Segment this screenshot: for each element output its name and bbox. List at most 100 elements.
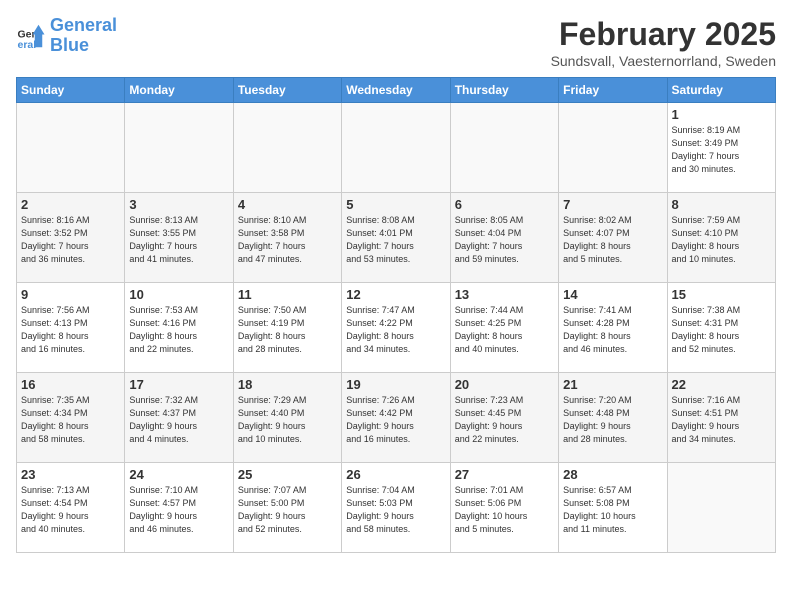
- day-info: Sunrise: 8:16 AM Sunset: 3:52 PM Dayligh…: [21, 214, 120, 266]
- day-number: 22: [672, 377, 771, 392]
- calendar-cell: 20Sunrise: 7:23 AM Sunset: 4:45 PM Dayli…: [450, 373, 558, 463]
- day-info: Sunrise: 7:41 AM Sunset: 4:28 PM Dayligh…: [563, 304, 662, 356]
- calendar-cell: 9 Sunrise: 7:56 AM Sunset: 4:13 PM Daylig…: [17, 283, 125, 373]
- column-header-sunday: Sunday: [17, 78, 125, 103]
- day-info: Sunrise: 8:10 AM Sunset: 3:58 PM Dayligh…: [238, 214, 337, 266]
- calendar-week-2: 2 Sunrise: 8:16 AM Sunset: 3:52 PM Daylig…: [17, 193, 776, 283]
- day-info: Sunrise: 8:02 AM Sunset: 4:07 PM Dayligh…: [563, 214, 662, 266]
- calendar-cell: 28 Sunrise: 6:57 AM Sunset: 5:08 PM Dayli…: [559, 463, 667, 553]
- day-info: Sunrise: 7:53 AM Sunset: 4:16 PM Dayligh…: [129, 304, 228, 356]
- calendar-week-3: 9 Sunrise: 7:56 AM Sunset: 4:13 PM Daylig…: [17, 283, 776, 373]
- calendar-cell: 10 Sunrise: 7:53 AM Sunset: 4:16 PM Dayli…: [125, 283, 233, 373]
- calendar-cell: 4 Sunrise: 8:10 AM Sunset: 3:58 PM Daylig…: [233, 193, 341, 283]
- day-info: Sunrise: 7:01 AM Sunset: 5:06 PM Dayligh…: [455, 484, 554, 536]
- day-number: 21: [563, 377, 662, 392]
- calendar-cell: [450, 103, 558, 193]
- day-number: 9: [21, 287, 120, 302]
- calendar-week-1: 1 Sunrise: 8:19 AM Sunset: 3:49 PM Daylig…: [17, 103, 776, 193]
- day-info: Sunrise: 8:08 AM Sunset: 4:01 PM Dayligh…: [346, 214, 445, 266]
- day-info: Sunrise: 8:05 AM Sunset: 4:04 PM Dayligh…: [455, 214, 554, 266]
- day-info: Sunrise: 8:19 AM Sunset: 3:49 PM Dayligh…: [672, 124, 771, 176]
- day-info: Sunrise: 7:07 AM Sunset: 5:00 PM Dayligh…: [238, 484, 337, 536]
- day-info: Sunrise: 7:59 AM Sunset: 4:10 PM Dayligh…: [672, 214, 771, 266]
- day-number: 25: [238, 467, 337, 482]
- day-number: 15: [672, 287, 771, 302]
- day-number: 16: [21, 377, 120, 392]
- day-info: Sunrise: 7:32 AM Sunset: 4:37 PM Dayligh…: [129, 394, 228, 446]
- calendar-cell: 17 Sunrise: 7:32 AM Sunset: 4:37 PM Dayli…: [125, 373, 233, 463]
- day-number: 14: [563, 287, 662, 302]
- column-header-saturday: Saturday: [667, 78, 775, 103]
- day-info: Sunrise: 7:38 AM Sunset: 4:31 PM Dayligh…: [672, 304, 771, 356]
- calendar-cell: 12 Sunrise: 7:47 AM Sunset: 4:22 PM Dayli…: [342, 283, 450, 373]
- calendar-cell: 11 Sunrise: 7:50 AM Sunset: 4:19 PM Dayli…: [233, 283, 341, 373]
- calendar-cell: 6 Sunrise: 8:05 AM Sunset: 4:04 PM Daylig…: [450, 193, 558, 283]
- day-info: Sunrise: 7:50 AM Sunset: 4:19 PM Dayligh…: [238, 304, 337, 356]
- day-number: 28: [563, 467, 662, 482]
- calendar-cell: [559, 103, 667, 193]
- logo-text: GeneralBlue: [50, 16, 117, 56]
- calendar-cell: 3 Sunrise: 8:13 AM Sunset: 3:55 PM Daylig…: [125, 193, 233, 283]
- day-number: 3: [129, 197, 228, 212]
- calendar-week-5: 23Sunrise: 7:13 AM Sunset: 4:54 PM Dayli…: [17, 463, 776, 553]
- day-info: Sunrise: 7:26 AM Sunset: 4:42 PM Dayligh…: [346, 394, 445, 446]
- day-number: 12: [346, 287, 445, 302]
- day-number: 17: [129, 377, 228, 392]
- day-info: Sunrise: 8:13 AM Sunset: 3:55 PM Dayligh…: [129, 214, 228, 266]
- day-number: 27: [455, 467, 554, 482]
- page-header: Gen eral GeneralBlue February 2025 Sunds…: [16, 16, 776, 69]
- day-number: 19: [346, 377, 445, 392]
- calendar-cell: 7 Sunrise: 8:02 AM Sunset: 4:07 PM Daylig…: [559, 193, 667, 283]
- month-title: February 2025: [551, 16, 776, 53]
- calendar-cell: [342, 103, 450, 193]
- calendar-cell: 15 Sunrise: 7:38 AM Sunset: 4:31 PM Dayli…: [667, 283, 775, 373]
- logo: Gen eral GeneralBlue: [16, 16, 117, 56]
- calendar-cell: 19 Sunrise: 7:26 AM Sunset: 4:42 PM Dayli…: [342, 373, 450, 463]
- calendar-header-row: SundayMondayTuesdayWednesdayThursdayFrid…: [17, 78, 776, 103]
- calendar-cell: 22 Sunrise: 7:16 AM Sunset: 4:51 PM Dayli…: [667, 373, 775, 463]
- day-info: Sunrise: 7:20 AM Sunset: 4:48 PM Dayligh…: [563, 394, 662, 446]
- column-header-tuesday: Tuesday: [233, 78, 341, 103]
- day-info: Sunrise: 7:35 AM Sunset: 4:34 PM Dayligh…: [21, 394, 120, 446]
- day-number: 8: [672, 197, 771, 212]
- calendar-cell: 21 Sunrise: 7:20 AM Sunset: 4:48 PM Dayli…: [559, 373, 667, 463]
- day-info: Sunrise: 7:56 AM Sunset: 4:13 PM Dayligh…: [21, 304, 120, 356]
- calendar-cell: [125, 103, 233, 193]
- calendar-cell: 23Sunrise: 7:13 AM Sunset: 4:54 PM Dayli…: [17, 463, 125, 553]
- column-header-monday: Monday: [125, 78, 233, 103]
- calendar-week-4: 16 Sunrise: 7:35 AM Sunset: 4:34 PM Dayli…: [17, 373, 776, 463]
- day-number: 1: [672, 107, 771, 122]
- title-block: February 2025 Sundsvall, Vaesternorrland…: [551, 16, 776, 69]
- calendar-cell: 2 Sunrise: 8:16 AM Sunset: 3:52 PM Daylig…: [17, 193, 125, 283]
- day-number: 6: [455, 197, 554, 212]
- calendar-cell: 16 Sunrise: 7:35 AM Sunset: 4:34 PM Dayli…: [17, 373, 125, 463]
- calendar-cell: 1 Sunrise: 8:19 AM Sunset: 3:49 PM Daylig…: [667, 103, 775, 193]
- day-number: 4: [238, 197, 337, 212]
- day-number: 13: [455, 287, 554, 302]
- day-number: 24: [129, 467, 228, 482]
- day-info: Sunrise: 7:16 AM Sunset: 4:51 PM Dayligh…: [672, 394, 771, 446]
- day-number: 11: [238, 287, 337, 302]
- column-header-wednesday: Wednesday: [342, 78, 450, 103]
- calendar-cell: 25 Sunrise: 7:07 AM Sunset: 5:00 PM Dayli…: [233, 463, 341, 553]
- location-title: Sundsvall, Vaesternorrland, Sweden: [551, 53, 776, 69]
- day-info: Sunrise: 7:13 AM Sunset: 4:54 PM Dayligh…: [21, 484, 120, 536]
- day-number: 7: [563, 197, 662, 212]
- calendar-cell: 26 Sunrise: 7:04 AM Sunset: 5:03 PM Dayli…: [342, 463, 450, 553]
- day-number: 18: [238, 377, 337, 392]
- day-number: 2: [21, 197, 120, 212]
- column-header-thursday: Thursday: [450, 78, 558, 103]
- day-info: Sunrise: 6:57 AM Sunset: 5:08 PM Dayligh…: [563, 484, 662, 536]
- day-info: Sunrise: 7:47 AM Sunset: 4:22 PM Dayligh…: [346, 304, 445, 356]
- day-number: 5: [346, 197, 445, 212]
- calendar-cell: [233, 103, 341, 193]
- calendar-cell: [17, 103, 125, 193]
- day-info: Sunrise: 7:44 AM Sunset: 4:25 PM Dayligh…: [455, 304, 554, 356]
- calendar-cell: 5 Sunrise: 8:08 AM Sunset: 4:01 PM Daylig…: [342, 193, 450, 283]
- day-number: 26: [346, 467, 445, 482]
- calendar-cell: 14 Sunrise: 7:41 AM Sunset: 4:28 PM Dayli…: [559, 283, 667, 373]
- day-number: 10: [129, 287, 228, 302]
- day-info: Sunrise: 7:04 AM Sunset: 5:03 PM Dayligh…: [346, 484, 445, 536]
- column-header-friday: Friday: [559, 78, 667, 103]
- day-info: Sunrise: 7:23 AM Sunset: 4:45 PM Dayligh…: [455, 394, 554, 446]
